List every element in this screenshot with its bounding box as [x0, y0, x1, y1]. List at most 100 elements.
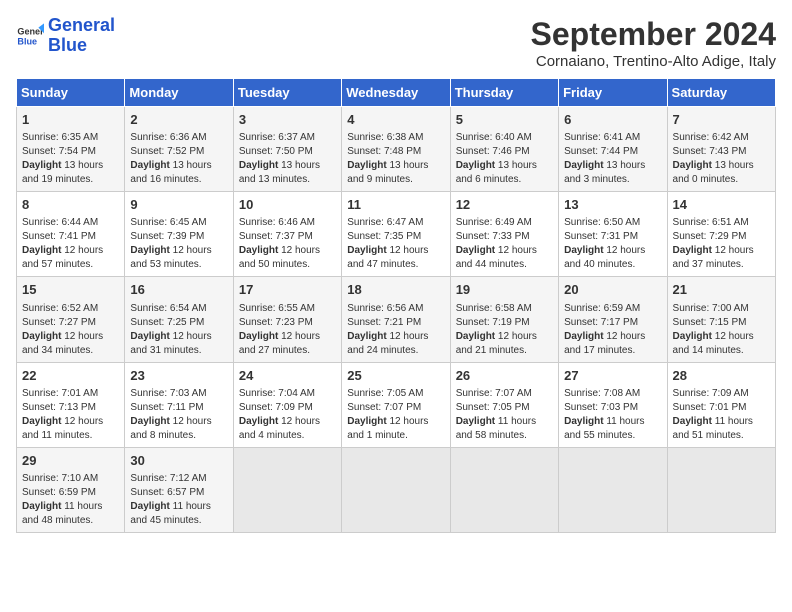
calendar-cell: 14 Sunrise: 6:51 AMSunset: 7:29 PMDayligh… [667, 192, 775, 277]
calendar-cell: 9 Sunrise: 6:45 AMSunset: 7:39 PMDaylight… [125, 192, 233, 277]
day-number: 4 [347, 111, 444, 129]
day-number: 5 [456, 111, 553, 129]
svg-text:Blue: Blue [17, 36, 37, 46]
title-area: September 2024 Cornaiano, Trentino-Alto … [531, 16, 776, 70]
calendar-cell: 29 Sunrise: 7:10 AMSunset: 6:59 PMDayligh… [17, 447, 125, 532]
calendar-cell: 22 Sunrise: 7:01 AMSunset: 7:13 PMDayligh… [17, 362, 125, 447]
weekday-header-wednesday: Wednesday [342, 79, 450, 107]
day-info: Sunrise: 6:47 AMSunset: 7:35 PMDaylight … [347, 216, 444, 272]
calendar-cell: 30Sunrise: 7:12 AMSunset: 6:57 PMDayligh… [125, 447, 233, 532]
calendar-cell: 3 Sunrise: 6:37 AMSunset: 7:50 PMDaylight… [233, 107, 341, 192]
calendar-cell: 26 Sunrise: 7:07 AMSunset: 7:05 PMDayligh… [450, 362, 558, 447]
day-info: Sunrise: 6:51 AMSunset: 7:29 PMDaylight … [673, 216, 770, 272]
day-number: 27 [564, 367, 661, 385]
day-info: Sunrise: 6:50 AMSunset: 7:31 PMDaylight … [564, 216, 661, 272]
calendar-cell: 24 Sunrise: 7:04 AMSunset: 7:09 PMDayligh… [233, 362, 341, 447]
calendar-cell: 28Sunrise: 7:09 AMSunset: 7:01 PMDayligh… [667, 362, 775, 447]
calendar-cell: 25 Sunrise: 7:05 AMSunset: 7:07 PMDayligh… [342, 362, 450, 447]
day-info: Sunrise: 6:49 AMSunset: 7:33 PMDaylight … [456, 216, 553, 272]
calendar-cell: 15 Sunrise: 6:52 AMSunset: 7:27 PMDayligh… [17, 277, 125, 362]
day-number: 3 [239, 111, 336, 129]
calendar-cell: 19 Sunrise: 6:58 AMSunset: 7:19 PMDayligh… [450, 277, 558, 362]
day-number: 16 [130, 281, 227, 299]
day-number: 29 [22, 452, 119, 470]
calendar-cell [667, 447, 775, 532]
day-number: 17 [239, 281, 336, 299]
calendar-cell: 4 Sunrise: 6:38 AMSunset: 7:48 PMDaylight… [342, 107, 450, 192]
day-info: Sunrise: 6:59 AMSunset: 7:17 PMDaylight … [564, 302, 661, 358]
day-number: 1 [22, 111, 119, 129]
day-info: Sunrise: 6:36 AMSunset: 7:52 PMDaylight … [130, 131, 227, 187]
day-number: 15 [22, 281, 119, 299]
calendar-cell [233, 447, 341, 532]
weekday-header-saturday: Saturday [667, 79, 775, 107]
day-number: 8 [22, 196, 119, 214]
day-info: Sunrise: 6:56 AMSunset: 7:21 PMDaylight … [347, 302, 444, 358]
day-info: Sunrise: 7:10 AMSunset: 6:59 PMDaylight … [22, 472, 119, 528]
location-title: Cornaiano, Trentino-Alto Adige, Italy [531, 53, 776, 70]
day-number: 11 [347, 196, 444, 214]
calendar-cell: 7 Sunrise: 6:42 AMSunset: 7:43 PMDaylight… [667, 107, 775, 192]
day-info: Sunrise: 7:00 AMSunset: 7:15 PMDaylight … [673, 302, 770, 358]
day-number: 24 [239, 367, 336, 385]
day-info: Sunrise: 7:03 AMSunset: 7:11 PMDaylight … [130, 387, 227, 443]
calendar-cell [450, 447, 558, 532]
day-info: Sunrise: 6:42 AMSunset: 7:43 PMDaylight … [673, 131, 770, 187]
day-info: Sunrise: 6:46 AMSunset: 7:37 PMDaylight … [239, 216, 336, 272]
day-info: Sunrise: 6:44 AMSunset: 7:41 PMDaylight … [22, 216, 119, 272]
logo-icon: General Blue [16, 22, 44, 50]
logo: General Blue GeneralBlue [16, 16, 115, 56]
day-number: 25 [347, 367, 444, 385]
calendar-cell: 17 Sunrise: 6:55 AMSunset: 7:23 PMDayligh… [233, 277, 341, 362]
calendar-cell: 1 Sunrise: 6:35 AMSunset: 7:54 PMDaylight… [17, 107, 125, 192]
day-info: Sunrise: 7:01 AMSunset: 7:13 PMDaylight … [22, 387, 119, 443]
calendar-cell [342, 447, 450, 532]
day-number: 26 [456, 367, 553, 385]
calendar-cell: 20 Sunrise: 6:59 AMSunset: 7:17 PMDayligh… [559, 277, 667, 362]
day-number: 19 [456, 281, 553, 299]
day-number: 2 [130, 111, 227, 129]
calendar-cell: 5Sunrise: 6:40 AMSunset: 7:46 PMDaylight… [450, 107, 558, 192]
calendar-cell: 2 Sunrise: 6:36 AMSunset: 7:52 PMDaylight… [125, 107, 233, 192]
calendar-cell: 16 Sunrise: 6:54 AMSunset: 7:25 PMDayligh… [125, 277, 233, 362]
weekday-header-tuesday: Tuesday [233, 79, 341, 107]
day-number: 30 [130, 452, 227, 470]
calendar-cell [559, 447, 667, 532]
calendar-cell: 18 Sunrise: 6:56 AMSunset: 7:21 PMDayligh… [342, 277, 450, 362]
day-info: Sunrise: 6:37 AMSunset: 7:50 PMDaylight … [239, 131, 336, 187]
day-number: 23 [130, 367, 227, 385]
calendar-cell: 23 Sunrise: 7:03 AMSunset: 7:11 PMDayligh… [125, 362, 233, 447]
day-info: Sunrise: 6:58 AMSunset: 7:19 PMDaylight … [456, 302, 553, 358]
day-number: 6 [564, 111, 661, 129]
day-info: Sunrise: 6:41 AMSunset: 7:44 PMDaylight … [564, 131, 661, 187]
day-info: Sunrise: 7:07 AMSunset: 7:05 PMDaylight … [456, 387, 553, 443]
day-number: 18 [347, 281, 444, 299]
day-info: Sunrise: 6:54 AMSunset: 7:25 PMDaylight … [130, 302, 227, 358]
calendar-cell: 27 Sunrise: 7:08 AMSunset: 7:03 PMDayligh… [559, 362, 667, 447]
day-info: Sunrise: 7:04 AMSunset: 7:09 PMDaylight … [239, 387, 336, 443]
calendar-cell: 8 Sunrise: 6:44 AMSunset: 7:41 PMDaylight… [17, 192, 125, 277]
day-info: Sunrise: 6:45 AMSunset: 7:39 PMDaylight … [130, 216, 227, 272]
day-info: Sunrise: 6:35 AMSunset: 7:54 PMDaylight … [22, 131, 119, 187]
day-info: Sunrise: 6:52 AMSunset: 7:27 PMDaylight … [22, 302, 119, 358]
day-number: 20 [564, 281, 661, 299]
day-number: 21 [673, 281, 770, 299]
header: General Blue GeneralBlue September 2024 … [16, 16, 776, 70]
weekday-header-thursday: Thursday [450, 79, 558, 107]
day-number: 12 [456, 196, 553, 214]
day-number: 22 [22, 367, 119, 385]
day-number: 9 [130, 196, 227, 214]
day-number: 13 [564, 196, 661, 214]
calendar-cell: 10Sunrise: 6:46 AMSunset: 7:37 PMDayligh… [233, 192, 341, 277]
day-info: Sunrise: 6:55 AMSunset: 7:23 PMDaylight … [239, 302, 336, 358]
calendar-cell: 11 Sunrise: 6:47 AMSunset: 7:35 PMDayligh… [342, 192, 450, 277]
day-info: Sunrise: 6:38 AMSunset: 7:48 PMDaylight … [347, 131, 444, 187]
weekday-header-monday: Monday [125, 79, 233, 107]
day-info: Sunrise: 7:08 AMSunset: 7:03 PMDaylight … [564, 387, 661, 443]
day-number: 7 [673, 111, 770, 129]
day-number: 14 [673, 196, 770, 214]
logo-text: GeneralBlue [48, 16, 115, 56]
day-info: Sunrise: 7:05 AMSunset: 7:07 PMDaylight … [347, 387, 444, 443]
weekday-header-friday: Friday [559, 79, 667, 107]
day-info: Sunrise: 7:09 AMSunset: 7:01 PMDaylight … [673, 387, 770, 443]
